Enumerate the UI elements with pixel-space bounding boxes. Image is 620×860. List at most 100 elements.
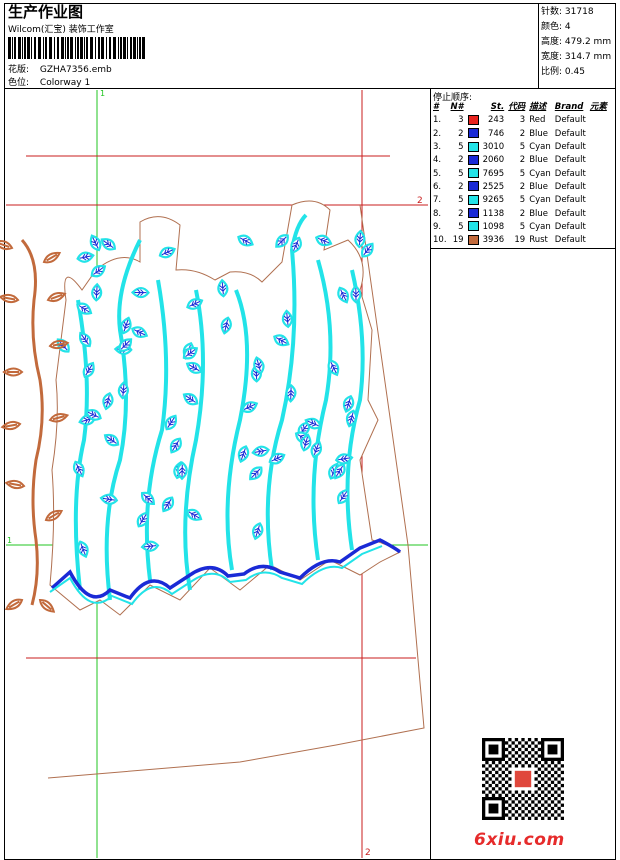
qr-module	[557, 806, 561, 811]
qr-module	[498, 760, 502, 765]
qr-module	[511, 747, 515, 752]
rust-leaf	[0, 420, 22, 431]
qr-module	[527, 790, 532, 794]
qr-module	[550, 787, 555, 791]
qr-module	[511, 760, 515, 765]
qr-module	[550, 806, 555, 811]
qr-module	[534, 790, 538, 794]
qr-module	[531, 813, 535, 817]
qr-module	[557, 760, 561, 765]
qr-module	[508, 803, 512, 807]
qr-module	[547, 816, 551, 820]
qr-module	[560, 816, 564, 820]
qr-module	[531, 793, 535, 798]
qr-module	[491, 774, 496, 778]
qr-module	[504, 741, 509, 745]
qr-module	[534, 783, 538, 788]
qr-module	[544, 793, 548, 798]
qr-module	[560, 777, 564, 781]
qr-module	[544, 760, 548, 765]
qr-module	[521, 738, 525, 742]
qr-module	[550, 774, 555, 778]
qr-module	[508, 797, 512, 801]
qr-module	[554, 810, 558, 814]
qr-module	[541, 783, 545, 788]
qr-module	[518, 747, 522, 752]
qr-module	[488, 764, 492, 768]
rust-leaf	[2, 367, 24, 377]
qr-module	[560, 803, 564, 807]
qr-module	[518, 754, 522, 758]
qr-module	[491, 787, 496, 791]
qr-module	[521, 816, 525, 820]
qr-module	[534, 757, 538, 761]
qr-module	[560, 764, 564, 768]
qr-module	[527, 764, 532, 768]
qr-module	[498, 780, 502, 784]
qr-module	[511, 813, 515, 817]
qr-module	[521, 757, 525, 761]
qr-module	[534, 777, 538, 781]
qr-module	[557, 813, 561, 817]
qr-module	[534, 764, 538, 768]
qr-module	[527, 810, 532, 814]
qr-module	[504, 760, 509, 765]
qr-finder-core	[488, 744, 499, 755]
qr-module	[547, 764, 551, 768]
qr-module	[537, 793, 542, 798]
qr-module	[504, 787, 509, 791]
qr-module	[521, 790, 525, 794]
rust-leaf	[0, 240, 14, 251]
qr-module	[504, 793, 509, 798]
qr-module	[527, 797, 532, 801]
qr-module	[541, 816, 545, 820]
guide-label-v2: 2	[365, 848, 371, 858]
qr-module	[537, 754, 542, 758]
qr-module	[531, 800, 535, 804]
qr-module	[557, 787, 561, 791]
qr-module	[547, 797, 551, 801]
qr-module	[524, 747, 528, 752]
rust-leaf	[4, 598, 24, 611]
qr-module	[541, 790, 545, 794]
qr-module	[498, 774, 502, 778]
qr-module	[488, 790, 492, 794]
qr-module	[508, 810, 512, 814]
qr-module	[514, 764, 519, 768]
qr-module	[550, 813, 555, 817]
qr-module	[495, 790, 499, 794]
qr-module	[531, 747, 535, 752]
qr-finder-core	[488, 803, 499, 814]
qr-module	[511, 741, 515, 745]
qr-module	[534, 803, 538, 807]
qr-module	[544, 774, 548, 778]
qr-module	[482, 770, 486, 775]
qr-module	[541, 777, 545, 781]
qr-module	[485, 793, 489, 798]
qr-module	[557, 800, 561, 804]
qr-module	[544, 767, 548, 771]
rust-leaf	[42, 251, 62, 264]
qr-module	[495, 770, 499, 775]
qr-module	[534, 751, 538, 755]
qr-module	[541, 764, 545, 768]
qr-module	[534, 744, 538, 748]
qr-module	[550, 767, 555, 771]
qr-module	[554, 797, 558, 801]
qr-module	[518, 806, 522, 811]
qr-module	[550, 793, 555, 798]
qr-module	[531, 754, 535, 758]
qr-module	[560, 810, 564, 814]
qr-module	[544, 780, 548, 784]
qr-module	[518, 741, 522, 745]
qr-module	[547, 803, 551, 807]
qr-module	[521, 797, 525, 801]
qr-module	[554, 783, 558, 788]
qr-module	[547, 770, 551, 775]
qr-module	[541, 770, 545, 775]
qr-module	[504, 800, 509, 804]
qr-module	[491, 760, 496, 765]
qr-module	[521, 803, 525, 807]
design-canvas: 1 1 2 2	[0, 89, 428, 858]
qr-module	[541, 810, 545, 814]
